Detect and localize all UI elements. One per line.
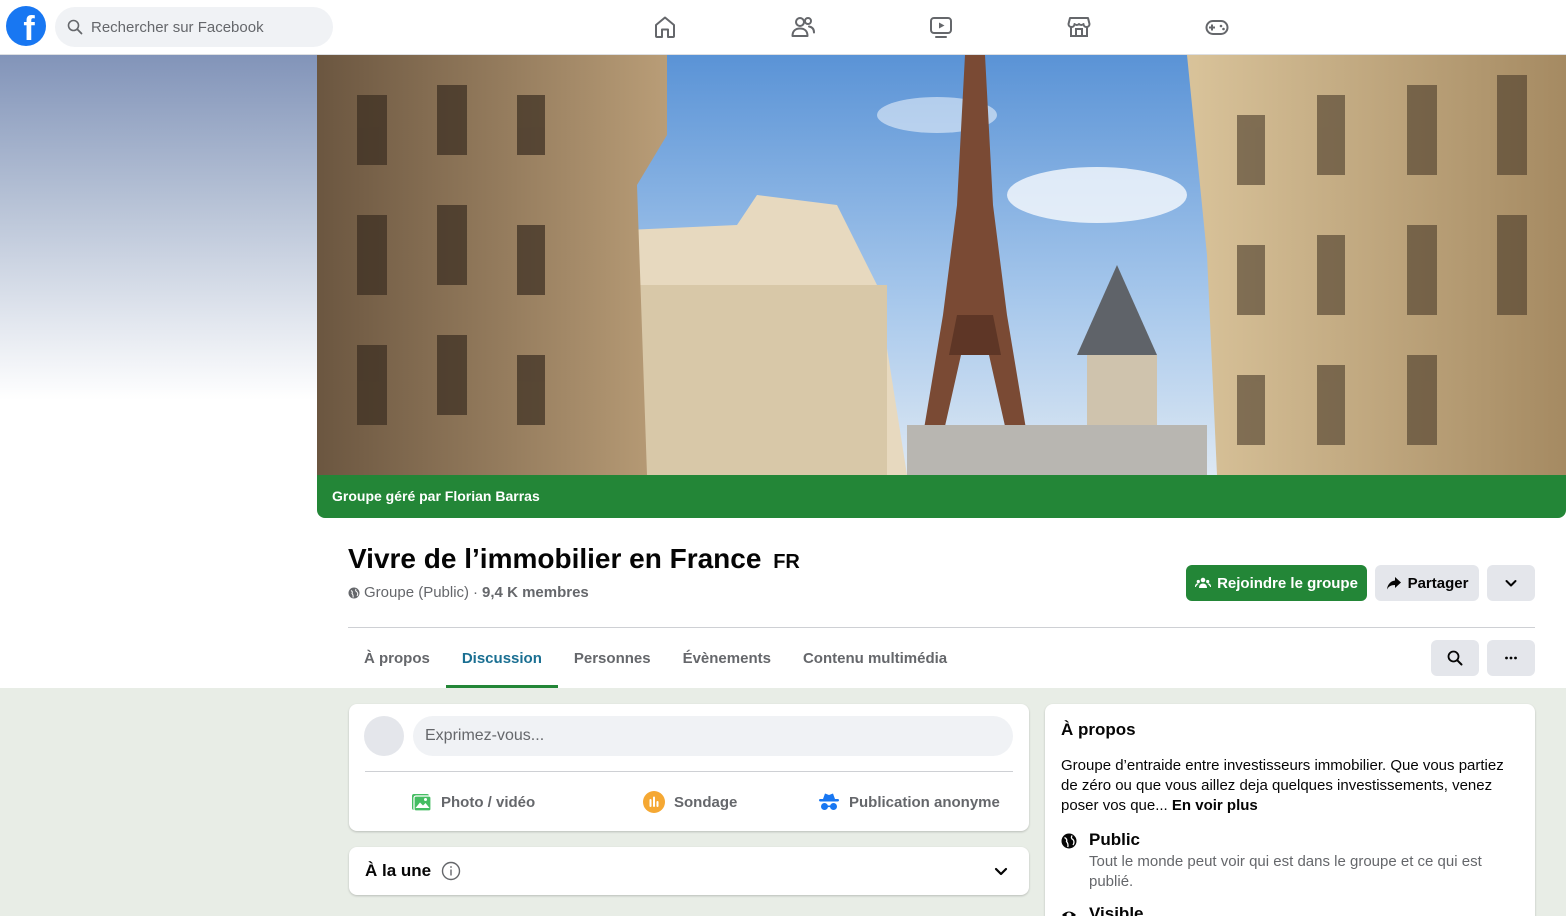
composer-input[interactable] bbox=[413, 716, 1013, 756]
video-icon[interactable] bbox=[924, 10, 958, 44]
featured-title: À la une bbox=[365, 861, 461, 881]
facebook-logo-icon[interactable]: f bbox=[6, 6, 46, 46]
info-icon[interactable] bbox=[441, 861, 461, 881]
marketplace-icon[interactable] bbox=[1062, 10, 1096, 44]
eye-icon bbox=[1062, 911, 1076, 916]
about-public-row: Public Tout le monde peut voir qui est d… bbox=[1061, 830, 1519, 892]
tab-media[interactable]: Contenu multimédia bbox=[787, 628, 963, 688]
group-tabs: À propos Discussion Personnes Évènements… bbox=[348, 628, 963, 688]
about-description: Groupe d’entraide entre investisseurs im… bbox=[1061, 757, 1504, 814]
tab-about[interactable]: À propos bbox=[348, 628, 446, 688]
cover-photo[interactable] bbox=[317, 55, 1566, 475]
ellipsis-icon bbox=[1505, 656, 1517, 660]
more-options-button[interactable] bbox=[1487, 565, 1535, 601]
chevron-down-icon bbox=[1505, 580, 1517, 587]
public-label: Public bbox=[1089, 830, 1141, 849]
composer-divider bbox=[365, 771, 1013, 772]
poll-button[interactable]: Sondage bbox=[642, 784, 737, 820]
post-composer: Photo / vidéo Sondage Publication anonym… bbox=[349, 704, 1029, 831]
group-manager-banner: Groupe géré par Florian Barras bbox=[317, 475, 1566, 518]
globe-icon bbox=[348, 587, 360, 598]
people-icon bbox=[1195, 577, 1212, 588]
photo-video-button[interactable]: Photo / vidéo bbox=[409, 784, 535, 820]
top-navigation-bar: f bbox=[0, 0, 1566, 55]
group-title-flag: FR bbox=[773, 551, 800, 573]
about-panel: À propos Groupe d’entraide entre investi… bbox=[1045, 704, 1535, 916]
group-meta: Groupe (Public) · 9,4 K membres bbox=[348, 584, 589, 601]
anonymous-post-button[interactable]: Publication anonyme bbox=[817, 784, 1000, 820]
tab-discussion[interactable]: Discussion bbox=[445, 628, 558, 688]
join-group-button[interactable]: Rejoindre le groupe bbox=[1186, 565, 1367, 601]
search-box[interactable] bbox=[55, 7, 333, 47]
search-input[interactable] bbox=[91, 18, 311, 36]
group-more-button[interactable] bbox=[1487, 640, 1535, 676]
see-more-link[interactable]: En voir plus bbox=[1172, 797, 1258, 814]
poll-icon bbox=[643, 791, 665, 813]
avatar[interactable] bbox=[364, 716, 404, 756]
group-members-count[interactable]: 9,4 K membres bbox=[482, 584, 589, 601]
share-arrow-icon bbox=[1386, 577, 1401, 590]
featured-section[interactable]: À la une bbox=[349, 847, 1029, 895]
group-title: Vivre de l’immobilier en France FR bbox=[348, 543, 800, 574]
chevron-down-icon[interactable] bbox=[991, 861, 1011, 881]
tab-people[interactable]: Personnes bbox=[558, 628, 667, 688]
tab-events[interactable]: Évènements bbox=[667, 628, 787, 688]
photo-icon bbox=[412, 794, 432, 812]
anonymous-icon bbox=[819, 793, 839, 810]
group-privacy[interactable]: Groupe (Public) bbox=[364, 584, 469, 601]
globe-icon bbox=[1061, 833, 1077, 849]
gaming-icon[interactable] bbox=[1200, 10, 1234, 44]
search-icon bbox=[1447, 650, 1463, 666]
search-icon bbox=[67, 19, 83, 35]
meta-separator: · bbox=[473, 584, 479, 601]
left-gradient-background bbox=[0, 55, 317, 400]
about-title: À propos bbox=[1061, 720, 1136, 739]
friends-icon[interactable] bbox=[786, 10, 820, 44]
about-visible-row: Visible bbox=[1061, 904, 1144, 916]
group-search-button[interactable] bbox=[1431, 640, 1479, 676]
share-button[interactable]: Partager bbox=[1375, 565, 1479, 601]
visible-label: Visible bbox=[1089, 904, 1144, 916]
public-description: Tout le monde peut voir qui est dans le … bbox=[1089, 853, 1482, 890]
home-icon[interactable] bbox=[648, 10, 682, 44]
